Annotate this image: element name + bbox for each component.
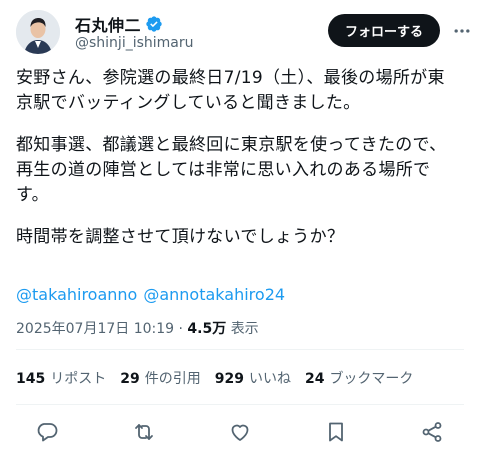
engagement-stats: 145 リポスト 29 件の引用 929 いいね 24 ブックマーク [16, 368, 427, 388]
follow-button[interactable]: フォローする [328, 14, 440, 47]
tweet-text: 安野さん、参院選の最終日7/19（土）、最後の場所が東 京駅でバッティングしてい… [16, 66, 470, 250]
reply-icon[interactable] [33, 418, 61, 446]
view-count: 4.5万 [187, 321, 227, 337]
verified-badge-icon [145, 15, 163, 33]
tweet-line: 都知事選、都議選と最終回に東京駅を使ってきたので、 [16, 135, 447, 155]
divider [16, 404, 464, 405]
tweet-line: 時間帯を調整させて頂けないでしょうか？ [16, 227, 345, 247]
view-label: 表示 [230, 321, 259, 337]
action-bar [0, 414, 480, 450]
name-row: 石丸伸二 [75, 12, 163, 36]
tweet-header: 石丸伸二 @shinji_ishimaru フォローする [0, 0, 480, 62]
tweet-line: 再生の道の陣営としては非常に思い入れのある場所で [16, 160, 431, 180]
retweet-icon[interactable] [130, 418, 158, 446]
avatar-portrait-icon [16, 10, 60, 54]
tweet-meta: 2025年07月17日 10:19 · 4.5万 表示 [16, 318, 259, 338]
timestamp[interactable]: 2025年07月17日 10:19 [16, 321, 174, 337]
tweet-line: 京駅でバッティングしていると聞きました。 [16, 93, 361, 113]
bookmark-icon[interactable] [322, 418, 350, 446]
meta-separator: · [178, 321, 183, 337]
mention-link[interactable]: @takahiroanno [16, 285, 137, 304]
mentions: @takahiroanno @annotakahiro24 [16, 285, 291, 304]
mention-link[interactable]: @annotakahiro24 [143, 285, 285, 304]
share-icon[interactable] [418, 418, 446, 446]
tweet-line: 安野さん、参院選の最終日7/19（土）、最後の場所が東 [16, 68, 445, 88]
divider [16, 349, 464, 350]
stat-quotes[interactable]: 29 件の引用 [120, 368, 200, 388]
stat-reposts[interactable]: 145 リポスト [16, 368, 106, 388]
tweet-line: す。 [16, 185, 49, 205]
user-handle[interactable]: @shinji_ishimaru [75, 35, 194, 51]
stat-bookmarks[interactable]: 24 ブックマーク [305, 368, 413, 388]
stat-likes[interactable]: 929 いいね [215, 368, 291, 388]
avatar[interactable] [16, 10, 60, 54]
like-icon[interactable] [226, 418, 254, 446]
more-icon[interactable] [449, 18, 475, 44]
display-name[interactable]: 石丸伸二 [75, 12, 141, 36]
